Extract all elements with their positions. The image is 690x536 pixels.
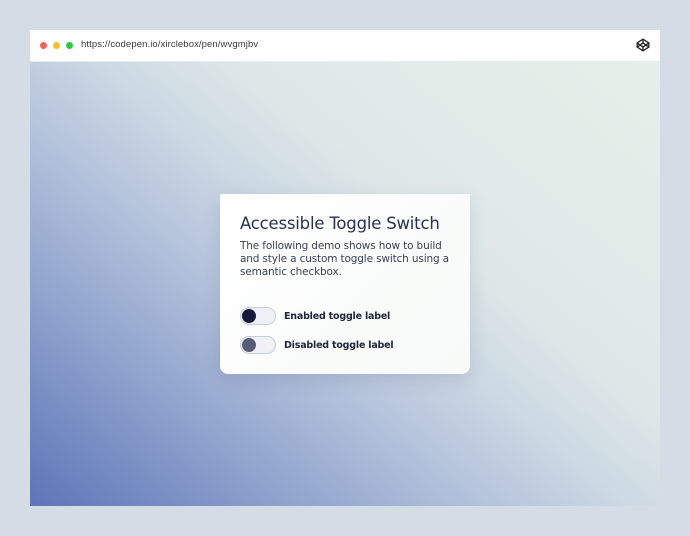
- card-title: Accessible Toggle Switch: [240, 214, 440, 233]
- enabled-toggle-knob: [242, 309, 256, 323]
- browser-window: https://codepen.io/xirclebox/pen/wvgmjbv…: [30, 30, 660, 506]
- enabled-toggle-label[interactable]: Enabled toggle label: [284, 311, 390, 322]
- card-description: The following demo shows how to build an…: [240, 240, 449, 278]
- enabled-toggle-switch[interactable]: [240, 307, 276, 325]
- close-window-dot[interactable]: [40, 42, 47, 49]
- disabled-toggle-label: Disabled toggle label: [284, 339, 394, 351]
- disabled-toggle-switch: [240, 336, 276, 354]
- codepen-icon[interactable]: [636, 38, 650, 52]
- address-bar-url[interactable]: https://codepen.io/xirclebox/pen/wvgmjbv: [81, 39, 258, 50]
- toggle-demo-card: Accessible Toggle Switch The following d…: [220, 194, 470, 374]
- disabled-toggle-row: Disabled toggle label: [240, 335, 394, 355]
- enabled-toggle-row[interactable]: Enabled toggle label: [240, 306, 390, 326]
- page-viewport: Accessible Toggle Switch The following d…: [30, 62, 660, 506]
- browser-titlebar: https://codepen.io/xirclebox/pen/wvgmjbv: [30, 30, 660, 62]
- disabled-toggle-knob: [242, 338, 256, 352]
- minimize-window-dot[interactable]: [53, 42, 60, 49]
- maximize-window-dot[interactable]: [66, 42, 73, 49]
